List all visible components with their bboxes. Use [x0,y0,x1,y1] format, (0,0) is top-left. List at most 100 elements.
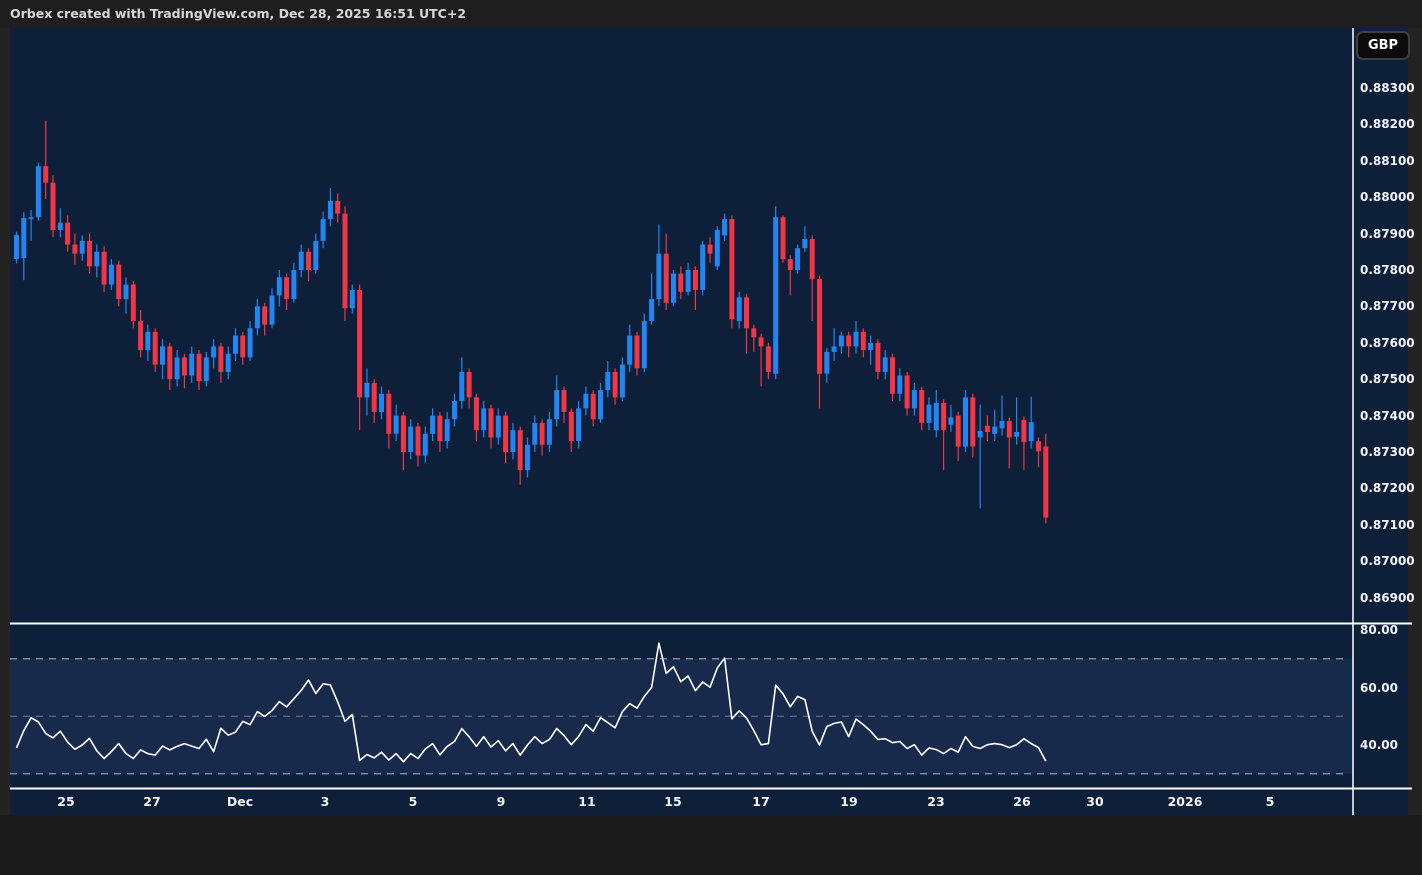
candle-body [817,279,822,374]
candle-body [437,416,442,441]
candle-body [313,241,318,270]
candle-body [445,419,450,441]
candle-body [547,419,552,444]
candle-body [328,201,333,219]
candle-body [708,245,713,254]
candle-body [379,394,384,412]
time-axis-label: 11 [578,794,595,809]
candle-body [802,239,807,248]
candle-body [642,321,647,368]
time-axis-label: 5 [1266,794,1275,809]
candle-body [386,394,391,434]
candle-body [321,219,326,241]
candle-body [868,343,873,350]
chart-canvas[interactable] [0,0,1422,875]
candle-body [160,346,165,364]
candle-body [226,354,231,372]
candle-body [613,372,618,397]
candle-body [1014,432,1019,437]
candle-body [554,390,559,419]
candle-body [1043,447,1048,518]
candle-body [773,217,778,374]
time-axis-label: 3 [321,794,330,809]
candle-body [562,390,567,412]
candle-body [80,241,85,254]
candle-body [459,372,464,401]
candle-body [58,223,63,230]
candle-body [343,214,348,309]
candle-body [211,346,216,357]
candle-body [671,274,676,303]
candle-body [605,372,610,390]
candle-body [649,299,654,321]
candle-body [970,397,975,446]
candle-body [985,426,990,432]
candle-body [715,230,720,266]
candle-body [372,383,377,412]
candle-body [167,346,172,379]
candle-body [102,252,107,285]
candle-body [72,245,77,254]
candle-body [583,394,588,409]
candle-body [693,270,698,290]
time-axis[interactable]: 2527Dec3591115171923263020265 [0,794,1353,816]
candle-body [948,417,953,424]
candle-body [21,218,26,258]
candle-body [620,365,625,398]
candle-body [416,427,421,456]
candle-body [204,357,209,381]
candle-body [678,274,683,292]
candle-body [532,423,537,445]
time-axis-label: 26 [1013,794,1030,809]
time-axis-label: 15 [664,794,681,809]
candle-body [94,252,99,267]
candle-body [927,405,932,423]
candle-body [941,403,946,430]
candle-body [1007,421,1012,437]
candle-body [248,328,253,357]
candle-body [357,290,362,397]
candle-body [795,248,800,270]
candle-body [956,416,961,447]
candle-body [700,245,705,291]
time-axis-label: Dec [227,794,253,809]
candle-body [839,336,844,347]
candle-body [240,336,245,358]
candle-body [430,416,435,434]
candle-body [131,285,136,321]
time-axis-label: 2026 [1168,794,1203,809]
candle-body [598,390,603,419]
candle-body [766,346,771,371]
candle-body [423,434,428,456]
candle-body [394,416,399,434]
candle-body [116,265,121,300]
symbol-badge[interactable]: GBP [1356,31,1410,60]
candle-body [759,337,764,346]
candle-body [481,408,486,430]
candle-body [576,408,581,441]
candle-body [656,254,661,300]
candle-body [452,401,457,419]
candle-body [189,354,194,376]
candle-body [218,346,223,371]
candle-body [744,297,749,328]
candle-body [832,346,837,351]
candle-body [138,321,143,350]
candle-body [14,235,19,259]
time-axis-label: 9 [497,794,506,809]
candle-body [306,252,311,270]
candle-body [875,343,880,372]
candle-body [627,336,632,365]
candle-body [992,427,997,434]
candle-body [963,397,968,446]
time-axis-label: 5 [409,794,418,809]
candle-body [1021,420,1026,442]
bottom-bar: TradingView [0,815,1422,875]
candle-body [284,277,289,299]
candle-body [401,416,406,452]
candle-body [591,394,596,419]
candle-body [175,357,180,379]
candle-body [474,397,479,430]
candle-body [182,357,187,375]
candle-body [722,219,727,235]
